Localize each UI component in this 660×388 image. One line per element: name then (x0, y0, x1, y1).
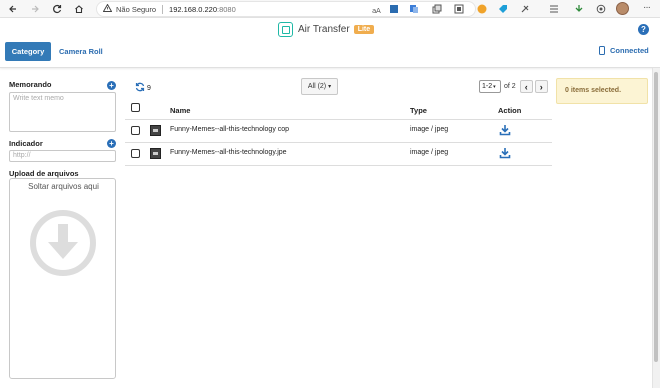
column-type: Type (410, 106, 427, 115)
address-separator (162, 4, 164, 14)
connection-status: Connected (599, 46, 649, 55)
table-row[interactable]: Funny-Memes--all-this-technology cop ima… (125, 120, 552, 143)
read-aloud-icon[interactable]: aA (371, 3, 383, 15)
page-select-value: 1-2 (482, 83, 493, 90)
pin-extension-icon[interactable] (519, 3, 531, 15)
filter-dropdown[interactable]: All (2) ▾ (301, 78, 338, 95)
app-logo-icon (278, 22, 293, 37)
upload-label: Upload de arquivos (9, 169, 79, 178)
download-icon[interactable] (499, 124, 511, 138)
indicator-label: Indicador (9, 139, 43, 148)
favorites-icon[interactable] (548, 3, 560, 15)
forward-icon[interactable] (28, 2, 42, 16)
download-icon[interactable] (499, 147, 511, 161)
upload-dropzone[interactable]: Soltar arquivos aqui (9, 178, 116, 379)
download-extension-icon[interactable] (573, 3, 585, 15)
column-action: Action (498, 106, 522, 115)
tab-camera-roll[interactable]: Camera Roll (59, 47, 103, 56)
more-menu-icon[interactable]: ··· (643, 2, 651, 13)
url-host: 192.168.0.220 (169, 4, 217, 14)
page-select[interactable]: 1-2 ▾ (479, 80, 501, 93)
filter-label: All (2) (307, 83, 327, 90)
connection-status-label: Connected (610, 46, 649, 55)
collections-icon[interactable] (453, 3, 465, 15)
page-of: of 2 (504, 83, 516, 90)
table-header: Name Type Action (125, 100, 552, 120)
column-name: Name (170, 106, 191, 115)
home-icon[interactable] (72, 2, 86, 16)
tag-extension-icon[interactable] (497, 3, 509, 15)
url-port: :8080 (217, 4, 236, 14)
back-icon[interactable] (6, 2, 20, 16)
copy-icon[interactable] (431, 3, 443, 15)
warning-icon (102, 3, 113, 14)
chevron-right-icon: › (539, 81, 543, 92)
insecure-label: Não Seguro (116, 4, 157, 14)
prev-page-button[interactable]: ‹ (519, 80, 533, 93)
select-all-checkbox[interactable] (131, 103, 140, 112)
left-panel: Memorando + Write text memo Indicador + … (9, 80, 116, 379)
caret-down-icon: ▾ (328, 84, 332, 90)
brand: Air Transfer Lite (278, 22, 375, 37)
refresh-icon[interactable] (135, 82, 145, 94)
lite-badge: Lite (353, 25, 375, 34)
coin-extension-icon[interactable] (476, 3, 488, 15)
table-row[interactable]: Funny-Memes--all-this-technology.jpe ima… (125, 143, 552, 166)
app-header: Air Transfer Lite ? Category Camera Roll… (0, 18, 660, 68)
file-type: image / jpeg (410, 126, 449, 133)
file-thumbnail (150, 148, 161, 159)
tab-category[interactable]: Category (5, 42, 51, 61)
url-input[interactable]: http:// (9, 150, 116, 162)
reload-icon[interactable] (50, 2, 64, 16)
memo-label: Memorando (9, 80, 52, 89)
svg-text:A: A (376, 7, 381, 14)
file-name[interactable]: Funny-Memes--all-this-technology.jpe (170, 149, 287, 156)
selection-status: 0 items selected. (556, 78, 648, 104)
add-indicator-icon[interactable]: + (107, 139, 116, 148)
extension-icon[interactable] (388, 3, 400, 15)
drop-arrow-icon (29, 209, 97, 279)
browser-toolbar: Não Seguro 192.168.0.220 :8080 aA ··· (0, 0, 660, 18)
file-name[interactable]: Funny-Memes--all-this-technology cop (170, 126, 289, 133)
app-name: Air Transfer (298, 24, 350, 35)
pagination: 1-2 ▾ of 2 ‹ › (479, 80, 548, 93)
next-page-button[interactable]: › (534, 80, 548, 93)
memo-textarea[interactable]: Write text memo (9, 92, 116, 132)
file-type: image / jpeg (410, 149, 449, 156)
chevron-left-icon: ‹ (524, 81, 528, 92)
file-thumbnail (150, 125, 161, 136)
help-icon[interactable]: ? (638, 24, 649, 35)
translate-icon[interactable] (408, 3, 420, 15)
shield-icon[interactable] (595, 3, 607, 15)
add-memo-icon[interactable]: + (107, 81, 116, 90)
row-checkbox[interactable] (131, 149, 140, 158)
select-caret-icon: ▾ (493, 83, 496, 90)
row-checkbox[interactable] (131, 126, 140, 135)
avatar[interactable] (616, 2, 629, 15)
drop-text: Soltar arquivos aqui (28, 182, 99, 191)
scrollbar-thumb[interactable] (654, 72, 658, 362)
refresh-count: 9 (147, 84, 151, 92)
refresh-control[interactable]: 9 (135, 82, 151, 94)
file-table: Name Type Action Funny-Memes--all-this-t… (125, 100, 552, 166)
phone-icon (599, 46, 605, 55)
